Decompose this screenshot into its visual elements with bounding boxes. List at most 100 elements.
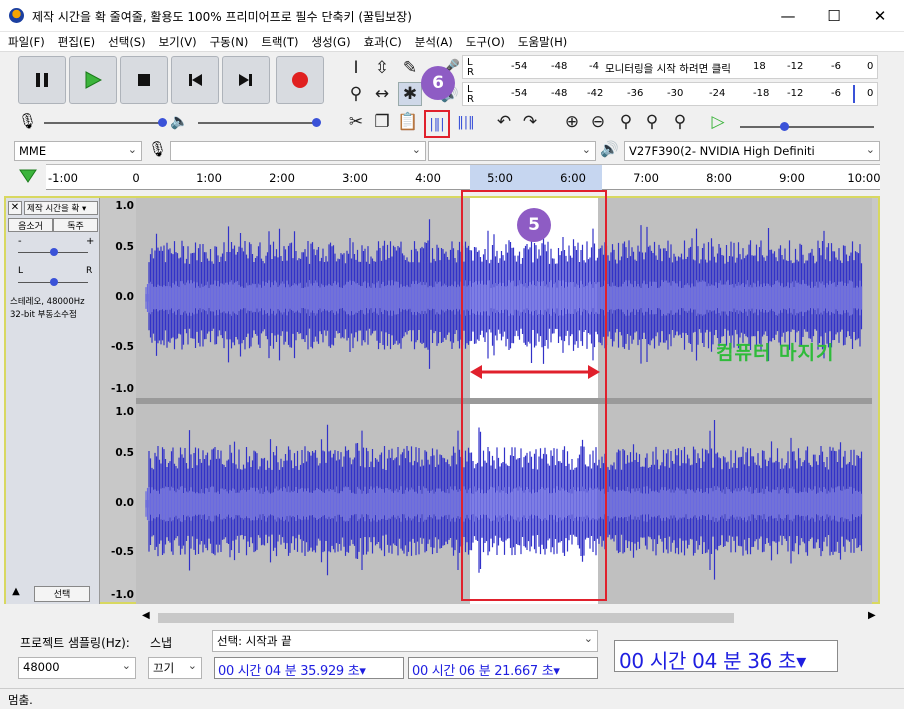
- output-device-value: V27F390(2- NVIDIA High Definiti: [629, 144, 815, 158]
- undo-icon[interactable]: ↶: [492, 110, 516, 134]
- menu-analyze[interactable]: 분석(A): [407, 32, 458, 50]
- track-close-icon[interactable]: ✕: [8, 201, 22, 215]
- menu-view[interactable]: 보기(V): [151, 32, 202, 50]
- meter-tick: -36: [627, 88, 644, 99]
- timeshift-tool-icon[interactable]: ↔: [370, 82, 394, 106]
- pan-slider[interactable]: [18, 278, 88, 286]
- input-device-select[interactable]: ⌄: [170, 141, 426, 161]
- fit-project-icon[interactable]: ⚲: [640, 110, 664, 134]
- menu-bar: 파일(F) 편집(E) 선택(S) 보기(V) 구동(N) 트랙(T) 생성(G) 효과(C)…: [0, 32, 904, 52]
- redo-icon[interactable]: ↷: [518, 110, 542, 134]
- selection-end-time[interactable]: 00 시간 06 분 21.667 초▾: [408, 657, 598, 679]
- record-button[interactable]: [276, 56, 324, 104]
- paste-icon[interactable]: 📋: [396, 110, 420, 134]
- playback-meter[interactable]: L R -54 -48 -42 -36 -30 -24 -18 -12 -6 0: [462, 82, 878, 106]
- maximize-button[interactable]: ☐: [811, 0, 857, 32]
- input-channels-select[interactable]: ⌄: [428, 141, 596, 161]
- scale-label: 1.0: [115, 406, 134, 418]
- menu-tools[interactable]: 도구(O): [458, 32, 510, 50]
- envelope-tool-icon[interactable]: ⇳: [370, 56, 394, 80]
- minimize-button[interactable]: —: [765, 0, 811, 32]
- scale-label: -0.5: [111, 341, 134, 353]
- mute-button[interactable]: 음소거: [8, 218, 53, 232]
- pause-button[interactable]: [18, 56, 66, 104]
- cut-icon[interactable]: ✂: [344, 110, 368, 134]
- ruler-tick: 10:00: [847, 171, 881, 185]
- select-track-button[interactable]: 선택: [34, 586, 90, 602]
- solo-button[interactable]: 독주: [53, 218, 98, 232]
- collapse-track-icon[interactable]: ▲: [8, 586, 24, 602]
- play-button[interactable]: [69, 56, 117, 104]
- meter-tick: -12: [787, 61, 804, 72]
- play-at-speed-icon[interactable]: ▷: [706, 110, 730, 134]
- monitor-hint: 모니터링을 시작 하려면 클릭: [605, 63, 731, 75]
- audio-host-select[interactable]: MME ⌄: [14, 141, 142, 161]
- gain-minus-label: -: [18, 236, 22, 247]
- chevron-down-icon: ⌄: [187, 659, 197, 672]
- scrollbar-vertical[interactable]: [882, 196, 900, 608]
- meter-tick: -48: [551, 61, 568, 72]
- selection-mode-select[interactable]: 선택: 시작과 끝 ⌄: [212, 630, 598, 652]
- scale-label: 0.0: [115, 291, 134, 303]
- meter-tick: -48: [551, 88, 568, 99]
- silence-audio-icon[interactable]: ‖|‖: [454, 110, 478, 134]
- trim-audio-icon[interactable]: |‖|: [424, 110, 450, 138]
- selection-start-time[interactable]: 00 시간 04 분 35.929 초▾: [214, 657, 404, 679]
- close-button[interactable]: ✕: [857, 0, 903, 32]
- draw-tool-icon[interactable]: ✎: [398, 56, 422, 80]
- skip-end-icon: [239, 74, 252, 86]
- scroll-left-icon[interactable]: ◀: [142, 610, 150, 621]
- mic-volume-icon: 🎙: [18, 112, 38, 130]
- chevron-down-icon: ⌄: [121, 659, 131, 672]
- playback-volume-slider[interactable]: [198, 118, 321, 127]
- project-rate-select[interactable]: 48000 ⌄: [18, 657, 136, 679]
- fit-selection-icon[interactable]: ⚲: [614, 110, 638, 134]
- menu-file[interactable]: 파일(F): [0, 32, 50, 50]
- scale-label: -0.5: [111, 546, 134, 558]
- gain-slider[interactable]: [18, 248, 88, 256]
- selection-tool-icon[interactable]: I: [344, 56, 368, 80]
- project-rate-label: 프로젝트 샘플링(Hz):: [20, 636, 130, 650]
- menu-transport[interactable]: 구동(N): [202, 32, 254, 50]
- meter-tick: -24: [709, 88, 726, 99]
- copy-icon[interactable]: ❐: [370, 110, 394, 134]
- pause-icon: [36, 73, 48, 87]
- multi-tool-icon[interactable]: ✱: [398, 82, 422, 106]
- record-volume-slider[interactable]: [44, 118, 167, 127]
- skip-start-icon: [189, 74, 202, 86]
- track-name: 제작 시간을 확: [27, 204, 80, 214]
- ruler-tick: 9:00: [779, 171, 805, 185]
- zoom-in-icon[interactable]: ⊕: [560, 110, 584, 134]
- menu-generate[interactable]: 생성(G): [304, 32, 356, 50]
- stop-button[interactable]: [120, 56, 168, 104]
- scrollbar-horizontal[interactable]: ◀ ▶: [136, 610, 880, 626]
- play-speed-slider[interactable]: [740, 122, 874, 131]
- timeline-ruler[interactable]: -1:00 0 1:00 2:00 3:00 4:00 5:00 6:00 7:…: [46, 164, 881, 190]
- skip-end-button[interactable]: [222, 56, 270, 104]
- zoom-out-icon[interactable]: ⊖: [586, 110, 610, 134]
- input-device-icon: 🎙: [148, 140, 168, 158]
- output-device-select[interactable]: V27F390(2- NVIDIA High Definiti ⌄: [624, 141, 880, 161]
- menu-help[interactable]: 도움말(H): [510, 32, 572, 50]
- menu-select[interactable]: 선택(S): [100, 32, 150, 50]
- snap-select[interactable]: 끄기 ⌄: [148, 657, 202, 679]
- speaker-volume-icon: 🔈: [170, 112, 189, 130]
- zoom-tool-icon[interactable]: ⚲: [344, 82, 368, 106]
- zoom-toggle-icon[interactable]: ⚲: [668, 110, 692, 134]
- scroll-right-icon[interactable]: ▶: [868, 610, 876, 621]
- audio-position-time[interactable]: 00 시간 04 분 36 초▾: [614, 640, 838, 673]
- meter-tick: -12: [787, 88, 804, 99]
- meter-r-label: R: [467, 94, 474, 105]
- app-icon: [9, 8, 24, 23]
- menu-edit[interactable]: 편집(E): [50, 32, 100, 50]
- menu-effect[interactable]: 효과(C): [356, 32, 407, 50]
- record-meter[interactable]: L R -54 -48 -4 모니터링을 시작 하려면 클릭 18 -12 -6…: [462, 55, 878, 79]
- timeline-play-icon[interactable]: [18, 168, 38, 187]
- scale-label: 1.0: [115, 200, 134, 212]
- track-name-button[interactable]: 제작 시간을 확 ▾: [24, 201, 98, 215]
- skip-start-button[interactable]: [171, 56, 219, 104]
- menu-tracks[interactable]: 트랙(T): [253, 32, 303, 50]
- scroll-thumb[interactable]: [158, 613, 734, 623]
- step-badge-5: 5: [517, 208, 551, 242]
- meter-r-label: R: [467, 67, 474, 78]
